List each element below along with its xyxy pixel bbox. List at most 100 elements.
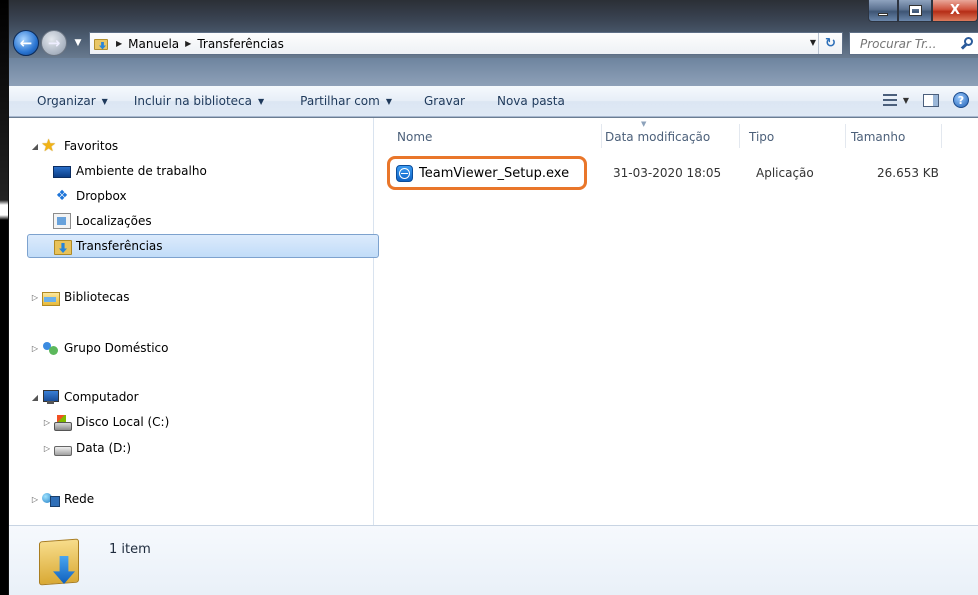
chevron-down-icon: ▼ [74,38,82,48]
tree-item-label: Localizações [76,214,152,228]
help-icon[interactable]: ? [953,92,969,108]
tree-computer-label: Computador [64,390,139,404]
tree-libraries[interactable]: ▷ Bibliotecas [29,285,129,309]
address-history-dropdown-icon[interactable]: ▼ [810,38,816,47]
tree-homegroup[interactable]: ▷ Grupo Doméstico [29,336,169,360]
computer-icon [41,389,59,405]
minimize-button[interactable] [868,0,898,22]
tree-favorites[interactable]: ◢ ★ Favoritos [29,134,118,158]
homegroup-icon [41,340,59,356]
maximize-button[interactable] [898,0,932,22]
expand-arrow-icon[interactable]: ▷ [29,344,41,353]
change-view-button[interactable]: ▼ [882,94,909,106]
local-disk-icon [53,414,72,431]
recent-pages-dropdown[interactable]: ▼ [71,34,85,52]
column-header-label: Nome [397,130,433,144]
breadcrumb-separator-icon[interactable]: ▶ [185,39,191,48]
navigation-pane[interactable]: ◢ ★ Favoritos Ambiente de trabalho ❖ Dro… [9,118,379,525]
back-button[interactable]: ← [13,30,39,56]
new-folder-label: Nova pasta [496,94,565,108]
tree-item-data-d[interactable]: ▷ Data (D:) [41,436,131,460]
star-icon: ★ [41,136,57,156]
close-icon: X [949,3,961,18]
column-divider[interactable] [845,124,846,148]
column-header-date[interactable]: Data modificação [605,126,735,148]
tree-item-label: Ambiente de trabalho [76,164,207,178]
column-header-label: Tipo [749,130,775,144]
column-divider[interactable] [941,124,942,148]
column-header-size[interactable]: Tamanho [851,126,941,148]
network-icon [41,491,60,507]
address-bar[interactable]: ▶ Manuela ▶ Transferências ▼ ↻ [89,32,843,55]
file-name: TeamViewer_Setup.exe [419,165,570,181]
libraries-icon [41,289,60,306]
teamviewer-icon [396,164,413,182]
tree-item-desktop[interactable]: Ambiente de trabalho [53,159,207,183]
new-folder-button[interactable]: Nova pasta [475,86,575,116]
include-library-label: Incluir na biblioteca [133,94,252,108]
arrow-left-icon: ← [19,34,33,52]
collapse-arrow-icon[interactable]: ◢ [29,393,41,402]
downloads-folder-icon [53,238,72,255]
maximize-icon [908,5,922,16]
file-type: Aplicação [756,166,814,180]
tree-homegroup-label: Grupo Doméstico [64,341,169,355]
details-pane: 1 item [9,525,978,595]
file-row[interactable]: TeamViewer_Setup.exe 31-03-2020 18:05 Ap… [375,156,978,190]
background-window-edge [0,0,8,595]
search-input[interactable] [860,36,952,51]
column-divider[interactable] [601,124,602,148]
burn-button[interactable]: Gravar [402,86,475,116]
chevron-down-icon: ▼ [385,96,392,106]
chevron-down-icon: ▼ [902,95,909,105]
search-box[interactable] [849,32,978,55]
view-options-icon [882,94,897,106]
explorer-content: ◢ ★ Favoritos Ambiente de trabalho ❖ Dro… [9,118,978,525]
tree-item-label: Dropbox [76,189,127,203]
item-count: 1 item [109,542,151,557]
tree-item-downloads[interactable]: Transferências [27,234,379,258]
toolbar-right-group: ▼ ? [882,92,969,108]
collapse-arrow-icon[interactable]: ◢ [29,142,41,151]
arrow-right-icon: → [47,34,61,52]
file-modified: 31-03-2020 18:05 [613,166,722,180]
refresh-icon: ↻ [825,36,836,51]
tree-network-label: Rede [64,492,95,506]
column-divider[interactable] [739,124,740,148]
drive-icon [53,440,72,456]
tree-network[interactable]: ▷ Rede [29,487,94,511]
organize-button[interactable]: Organizar ▼ [9,86,118,116]
include-in-library-button[interactable]: Incluir na biblioteca ▼ [118,86,274,116]
close-button[interactable]: X [932,0,978,22]
dropbox-icon: ❖ [55,188,69,204]
navigation-bar: ← → ▼ ▶ Manuela ▶ Transferências ▼ ↻ [9,28,978,58]
share-with-button[interactable]: Partilhar com ▼ [274,86,402,116]
column-header-type[interactable]: Tipo [749,126,839,148]
breadcrumb-separator-icon[interactable]: ▶ [116,39,122,48]
expand-arrow-icon[interactable]: ▷ [29,293,41,302]
breadcrumb-item-transferencias[interactable]: Transferências [197,37,284,51]
organize-label: Organizar [37,94,96,108]
breadcrumb-item-manuela[interactable]: Manuela [128,37,179,51]
column-header-label: Data modificação [605,130,711,144]
preview-pane-icon[interactable] [923,93,939,107]
tree-item-local-disk-c[interactable]: ▷ Disco Local (C:) [41,410,169,434]
expand-arrow-icon[interactable]: ▷ [41,444,53,453]
file-list[interactable]: ▼ Nome Data modificação Tipo Tamanho Tea… [375,118,978,525]
explorer-window: X ← → ▼ ▶ Manuela ▶ Transferências ▼ ↻ O… [8,0,978,595]
expand-arrow-icon[interactable]: ▷ [41,418,53,427]
tree-computer[interactable]: ◢ Computador [29,385,139,409]
tree-item-label: Disco Local (C:) [76,415,170,429]
column-header-name[interactable]: Nome [397,126,597,148]
tree-item-recent-places[interactable]: Localizações [53,209,152,233]
tree-item-dropbox[interactable]: ❖ Dropbox [53,184,127,208]
refresh-button[interactable]: ↻ [818,33,842,54]
expand-arrow-icon[interactable]: ▷ [29,495,41,504]
burn-label: Gravar [424,94,465,108]
forward-button[interactable]: → [41,30,67,56]
column-header-label: Tamanho [851,130,906,144]
search-icon[interactable] [960,37,974,50]
file-name-highlight[interactable]: TeamViewer_Setup.exe [387,156,587,190]
tree-favorites-label: Favoritos [64,139,119,153]
recent-places-icon [53,213,71,229]
